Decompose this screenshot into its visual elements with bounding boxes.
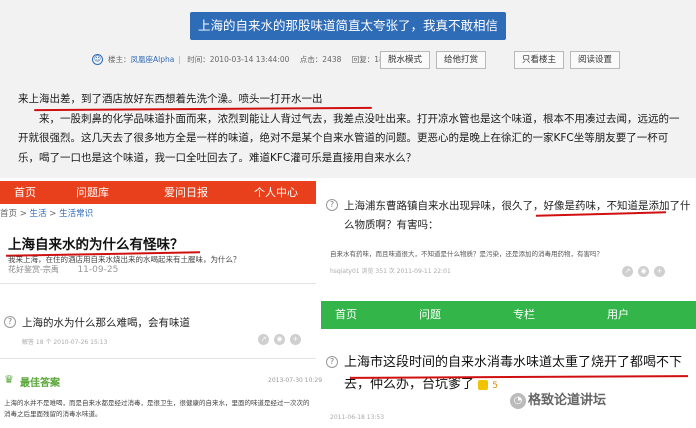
question-title-3[interactable]: 上海浦东曹路镇自来水出现异味，很久了，好像是药味，不知道是添加了什么物质啊？有害… xyxy=(344,197,694,235)
crumb-life-tips[interactable]: 生活常识 xyxy=(59,209,93,219)
best-answer-label: 最佳答案 xyxy=(20,378,60,389)
best-answer-icon: ♛ xyxy=(4,373,14,386)
question-date: 11-09-25 xyxy=(77,265,119,275)
author-label: 楼主： xyxy=(108,55,131,64)
question-meta-2: 解答 18 个 2010-07-26 15:13 xyxy=(22,339,108,346)
more-icon[interactable]: + xyxy=(654,266,665,277)
watermark: 格致论道讲坛 xyxy=(528,393,607,408)
question-meta-3: hsqiaty01 浏览 351 次 2011-09-11 22:01 xyxy=(330,268,451,275)
crumb-life[interactable]: 生活 xyxy=(30,209,47,219)
nav-daily[interactable]: 爱问日报 xyxy=(164,181,208,204)
question-title-2[interactable]: 上海的水为什么那么难喝，会有味道 xyxy=(22,315,190,330)
share-icon[interactable]: ↗ xyxy=(622,266,633,277)
panel-divider xyxy=(321,293,696,301)
author-link[interactable]: 凤凰座Alpha xyxy=(131,55,175,64)
share-icon[interactable]: ↗ xyxy=(258,334,269,345)
nav-question-bank[interactable]: 问题库 xyxy=(76,181,109,204)
best-answer-text: 上海的水并不是难喝，而是自来水都是经过消毒，是很卫生，很健康的自来水，里面的味道… xyxy=(4,399,310,418)
question-icon: ? xyxy=(4,316,16,328)
reward-amount: 5 xyxy=(492,381,499,391)
question-description-3: 自来水有药味，而且味道很大，不知道是什么物质？是污染，还是添加的消毒用药物，有害… xyxy=(330,250,603,258)
post-body: 来上海出差，到了酒店放好东西想着先洗个澡。喷头一打开水一出 来，一股刺鼻的化学品… xyxy=(18,90,682,168)
nav-home-2[interactable]: 首页 xyxy=(335,301,357,329)
question-meta: 花好鉴赏-宗禹 11-09-25 xyxy=(8,264,118,275)
nav-questions[interactable]: 问题 xyxy=(419,301,441,329)
weibo-icon[interactable]: ◉ xyxy=(638,266,649,277)
post-text: 来，一股刺鼻的化学品味道扑面而来，浓烈到能让人背过气去，我差点没吐出来。打开凉水… xyxy=(18,112,680,164)
divider xyxy=(0,358,316,359)
asker[interactable]: 花好鉴赏-宗禹 xyxy=(8,265,59,274)
question-meta-4: 2011-06-18 13:53 xyxy=(330,414,385,421)
thread-title: 上海的自来水的那股味道简直太夸张了，我真不敢相信 xyxy=(190,12,506,40)
user-icon: ☺ xyxy=(92,54,103,65)
reward-icon xyxy=(478,379,489,390)
top-nav-green: 首页 问题 专栏 用户 xyxy=(321,301,696,329)
breadcrumb: 首页 > 生活 > 生活常识 xyxy=(0,209,94,219)
thread-meta: 楼主：凤凰座Alpha | 时间：2010-03-14 13:44:00 点击：2… xyxy=(108,55,384,64)
reading-settings-button[interactable]: 阅读设置 xyxy=(570,51,620,69)
author-only-button[interactable]: 只看楼主 xyxy=(514,51,564,69)
nav-profile[interactable]: 个人中心 xyxy=(254,181,298,204)
question-title[interactable]: 上海自来水的为什么有怪味？ xyxy=(8,233,184,253)
divider xyxy=(0,283,316,284)
dewater-mode-button[interactable]: 脱水模式 xyxy=(380,51,430,69)
answer-date: 2013-07-30 10:29 xyxy=(268,377,323,384)
top-nav-red: 首页 问题库 爱问日报 个人中心 xyxy=(0,181,316,204)
tip-button[interactable]: 给他打赏 xyxy=(436,51,486,69)
weibo-icon[interactable]: ◉ xyxy=(274,334,285,345)
post-time: 时间：2010-03-14 13:44:00 xyxy=(187,55,290,64)
question-title-4-text: 上海市这段时间的自来水消毒水味道太重了烧开了都喝不下去，仲么办，台坑爹了 xyxy=(344,355,683,392)
nav-columns[interactable]: 专栏 xyxy=(513,301,535,329)
wechat-icon: ◔ xyxy=(510,393,526,409)
question-icon: ? xyxy=(326,356,338,368)
nav-users[interactable]: 用户 xyxy=(607,301,629,329)
crumb-home[interactable]: 首页 xyxy=(0,209,17,219)
question-icon: ? xyxy=(326,199,338,211)
more-icon[interactable]: + xyxy=(290,334,301,345)
view-count: 点击：2438 xyxy=(299,55,342,64)
nav-home[interactable]: 首页 xyxy=(14,181,36,204)
